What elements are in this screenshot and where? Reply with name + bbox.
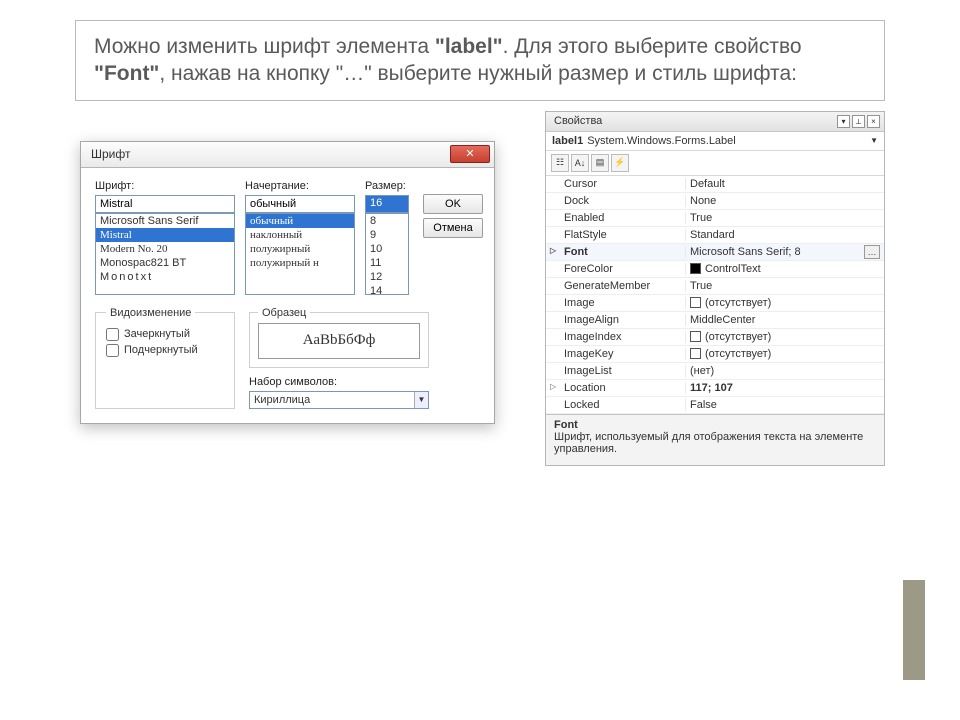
properties-title: Свойства ▾ ⟂ ×	[546, 112, 884, 132]
property-row[interactable]: LockedFalse	[546, 397, 884, 414]
style-label: Начертание:	[245, 180, 355, 192]
list-item[interactable]: 12	[366, 270, 408, 284]
list-item[interactable]: Monotxt	[96, 270, 234, 284]
instruction-heading: Можно изменить шрифт элемента "label". Д…	[75, 20, 885, 101]
list-item[interactable]: 10	[366, 242, 408, 256]
font-dialog: Шрифт ✕ Шрифт: Microsoft Sans Serif Mist…	[80, 141, 495, 424]
property-row[interactable]: CursorDefault	[546, 176, 884, 193]
property-row[interactable]: Image(отсутствует)	[546, 295, 884, 312]
property-row[interactable]: ForeColorControlText	[546, 261, 884, 278]
property-row[interactable]: EnabledTrue	[546, 210, 884, 227]
property-row[interactable]: FontMicrosoft Sans Serif; 8…	[546, 244, 884, 261]
events-icon[interactable]: ⚡	[611, 154, 629, 172]
list-item[interactable]: обычный	[246, 214, 354, 228]
list-item[interactable]: полужирный	[246, 242, 354, 256]
property-row[interactable]: Location117; 107	[546, 380, 884, 397]
style-input[interactable]	[245, 195, 355, 213]
effects-legend: Видоизменение	[106, 307, 195, 319]
list-item[interactable]: 8	[366, 214, 408, 228]
property-row[interactable]: ImageIndex(отсутствует)	[546, 329, 884, 346]
ellipsis-button[interactable]: …	[864, 245, 880, 259]
decorative-strip	[903, 580, 925, 680]
object-selector[interactable]: label1System.Windows.Forms.Label ▼	[546, 132, 884, 151]
list-item[interactable]: наклонный	[246, 228, 354, 242]
underline-checkbox[interactable]: Подчеркнутый	[106, 344, 224, 357]
property-description: Font Шрифт, используемый для отображения…	[546, 414, 884, 465]
list-item[interactable]: 11	[366, 256, 408, 270]
property-row[interactable]: ImageList(нет)	[546, 363, 884, 380]
list-item[interactable]: 9	[366, 228, 408, 242]
close-icon[interactable]: ×	[867, 115, 880, 128]
sample-legend: Образец	[258, 307, 310, 319]
font-label: Шрифт:	[95, 180, 235, 192]
ok-button[interactable]: OK	[423, 194, 483, 214]
dropdown-icon[interactable]: ▾	[837, 115, 850, 128]
property-row[interactable]: ImageKey(отсутствует)	[546, 346, 884, 363]
list-item[interactable]: полужирный н	[246, 256, 354, 270]
close-button[interactable]: ✕	[450, 145, 490, 163]
alphabetical-icon[interactable]: A↓	[571, 154, 589, 172]
strikeout-checkbox[interactable]: Зачеркнутый	[106, 328, 224, 341]
list-item[interactable]: Microsoft Sans Serif	[96, 214, 234, 228]
list-item[interactable]: Monospac821 BT	[96, 256, 234, 270]
font-dialog-titlebar: Шрифт ✕	[81, 142, 494, 168]
property-row[interactable]: GenerateMemberTrue	[546, 278, 884, 295]
effects-group: Видоизменение Зачеркнутый Подчеркнутый	[95, 307, 235, 409]
sample-group: Образец АаBbБбФф	[249, 307, 429, 368]
properties-page-icon[interactable]: ▤	[591, 154, 609, 172]
pin-icon[interactable]: ⟂	[852, 115, 865, 128]
sample-preview: АаBbБбФф	[258, 323, 420, 359]
list-item[interactable]: 14	[366, 284, 408, 295]
font-dialog-title: Шрифт	[91, 147, 130, 161]
property-row[interactable]: FlatStyleStandard	[546, 227, 884, 244]
property-row[interactable]: DockNone	[546, 193, 884, 210]
chevron-down-icon: ▼	[414, 392, 428, 408]
list-item[interactable]: Mistral	[96, 228, 234, 242]
properties-panel: Свойства ▾ ⟂ × label1System.Windows.Form…	[545, 111, 885, 466]
categorized-icon[interactable]: ☷	[551, 154, 569, 172]
property-row[interactable]: ImageAlignMiddleCenter	[546, 312, 884, 329]
size-input[interactable]: 16	[365, 195, 409, 213]
charset-combo[interactable]: Кириллица ▼	[249, 391, 429, 409]
size-list[interactable]: 8 9 10 11 12 14 16	[365, 213, 409, 295]
font-input[interactable]	[95, 195, 235, 213]
charset-label: Набор символов:	[249, 376, 429, 388]
size-label: Размер:	[365, 180, 409, 192]
style-list[interactable]: обычный наклонный полужирный полужирный …	[245, 213, 355, 295]
list-item[interactable]: Modern No. 20	[96, 242, 234, 256]
font-list[interactable]: Microsoft Sans Serif Mistral Modern No. …	[95, 213, 235, 295]
properties-toolbar: ☷ A↓ ▤ ⚡	[546, 151, 884, 176]
cancel-button[interactable]: Отмена	[423, 218, 483, 238]
property-grid[interactable]: CursorDefaultDockNoneEnabledTrueFlatStyl…	[546, 176, 884, 414]
chevron-down-icon: ▼	[870, 136, 878, 145]
